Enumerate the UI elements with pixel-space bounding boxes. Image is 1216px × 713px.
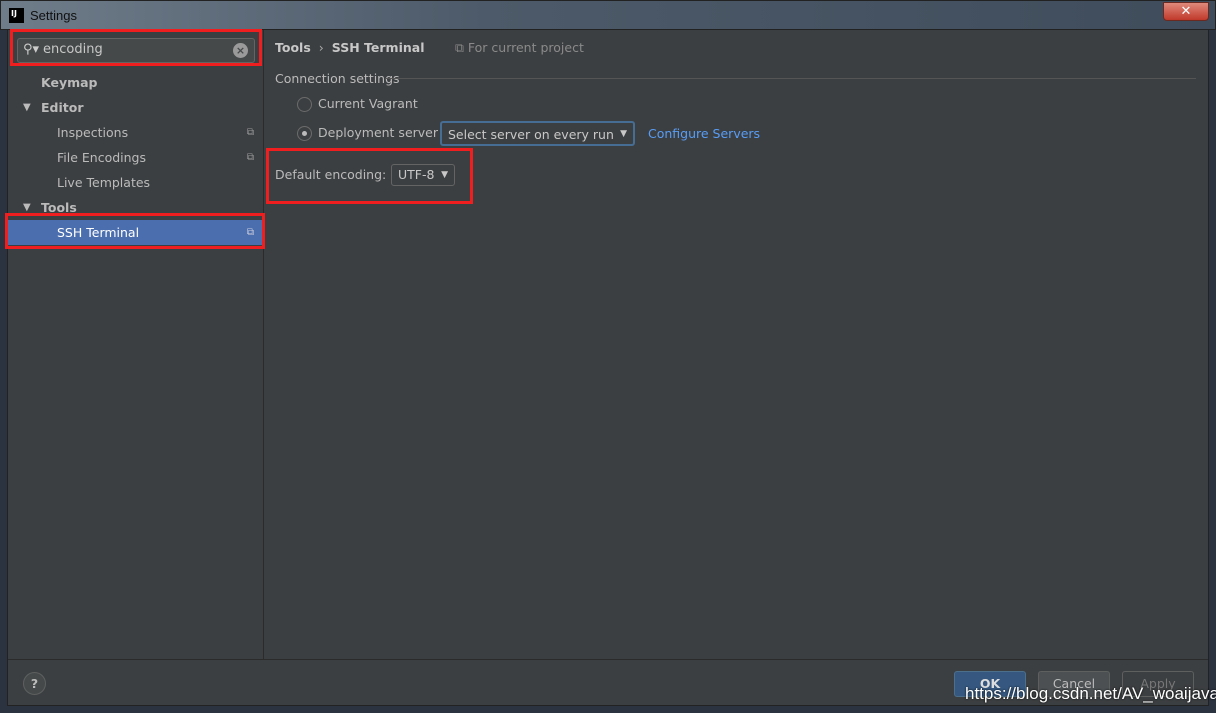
clear-icon[interactable]: × (233, 43, 248, 58)
tree-item-label: Editor (41, 100, 84, 115)
copy-icon: ⧉ (246, 152, 254, 163)
tree-item-label: Keymap (41, 75, 98, 90)
tree-item-editor[interactable]: ▼ Editor (8, 95, 264, 120)
close-button[interactable]: ✕ (1163, 2, 1209, 21)
encoding-label: Default encoding: (275, 167, 387, 182)
chevron-right-icon: › (318, 40, 324, 55)
select-value: UTF-8 (398, 167, 435, 182)
chevron-down-icon: ▼ (441, 170, 448, 180)
settings-tree: Keymap ▼ Editor Inspections ⧉ File Encodin… (8, 70, 264, 245)
expand-arrow-icon[interactable]: ▼ (23, 195, 31, 220)
tree-item-label: Live Templates (57, 175, 151, 190)
watermark: https://blog.csdn.net/AV_woaijava (965, 684, 1216, 703)
app-logo-icon: IJ (9, 8, 24, 23)
copy-icon: ⧉ (246, 227, 254, 238)
group-title: Connection settings (275, 71, 400, 86)
scope-text: For current project (467, 40, 584, 55)
copy-icon: ⧉ (455, 40, 468, 55)
tree-item-keymap[interactable]: Keymap (8, 70, 264, 95)
tree-item-live-templates[interactable]: Live Templates (8, 170, 264, 195)
configure-servers-link[interactable]: Configure Servers (648, 126, 760, 141)
chevron-down-icon: ▼ (620, 129, 627, 139)
settings-dialog: ⚲▾ × Keymap ▼ Editor Inspections ⧉ File En… (7, 29, 1209, 706)
tree-item-file-encodings[interactable]: File Encodings ⧉ (8, 145, 264, 170)
encoding-select[interactable]: UTF-8 ▼ (391, 164, 455, 186)
radio-label[interactable]: Current Vagrant (318, 96, 418, 111)
breadcrumb-item: Tools (275, 40, 311, 55)
tree-item-label: SSH Terminal (57, 225, 140, 240)
scope-label: ⧉ For current project (455, 40, 584, 56)
tree-item-inspections[interactable]: Inspections ⧉ (8, 120, 264, 145)
breadcrumb: Tools › SSH Terminal (275, 40, 424, 55)
select-value: Select server on every run (448, 127, 614, 142)
tree-item-ssh-terminal[interactable]: SSH Terminal ⧉ (8, 220, 264, 245)
tree-item-tools[interactable]: ▼ Tools (8, 195, 264, 220)
tree-item-label: Tools (41, 200, 77, 215)
tree-item-label: File Encodings (57, 150, 147, 165)
search-input[interactable] (43, 42, 223, 57)
copy-icon: ⧉ (246, 127, 254, 138)
search-field[interactable]: ⚲▾ × (17, 38, 255, 63)
settings-panel: Tools › SSH Terminal ⧉ For current project… (265, 30, 1208, 659)
radio-current-vagrant[interactable] (297, 97, 312, 112)
radio-deployment-server[interactable] (297, 126, 312, 141)
title-bar: IJ Settings ✕ (0, 0, 1216, 30)
search-icon[interactable]: ⚲▾ (23, 42, 39, 57)
sidebar: ⚲▾ × Keymap ▼ Editor Inspections ⧉ File En… (8, 30, 264, 659)
divider (385, 78, 1196, 79)
tree-item-label: Inspections (57, 125, 129, 140)
breadcrumb-item: SSH Terminal (331, 40, 425, 55)
expand-arrow-icon[interactable]: ▼ (23, 95, 31, 120)
window-title: Settings (30, 8, 77, 23)
radio-label[interactable]: Deployment server (318, 125, 438, 140)
server-select[interactable]: Select server on every run ▼ (440, 121, 635, 146)
help-button[interactable]: ? (23, 672, 46, 695)
